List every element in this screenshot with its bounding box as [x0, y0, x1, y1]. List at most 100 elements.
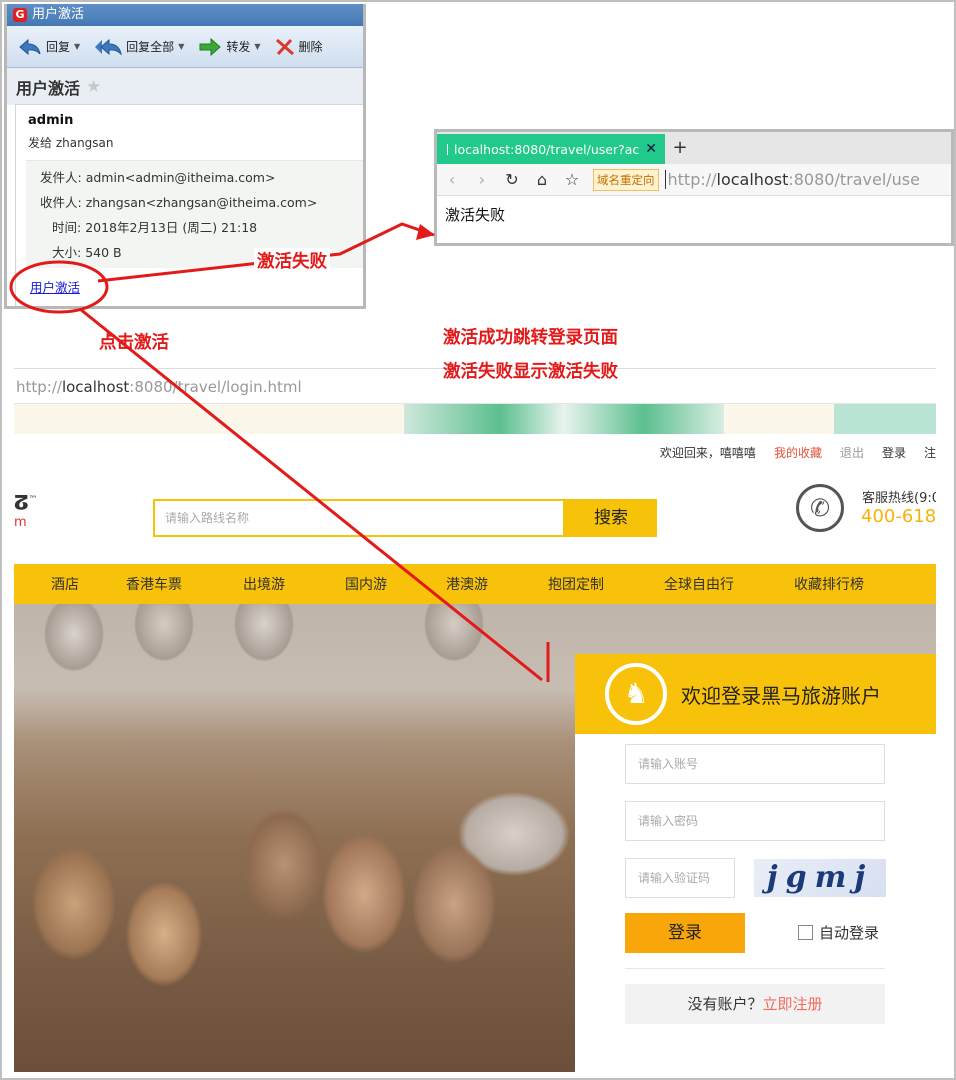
login-button[interactable]: 登录: [625, 913, 745, 953]
recipient-label: 收件人:: [40, 195, 82, 210]
site-url-prefix: http://: [16, 378, 62, 396]
browser-tab[interactable]: localhost:8080/travel/user?ac ✕: [437, 134, 665, 164]
reply-button[interactable]: 回复 ▼: [15, 36, 83, 58]
activate-link[interactable]: 用户激活: [30, 277, 80, 296]
sender-row: 发件人: admin<admin@itheima.com>: [40, 165, 363, 190]
browser-tabstrip: localhost:8080/travel/user?ac ✕ +: [437, 132, 951, 164]
email-toolbar: 回复 ▼ 回复全部 ▼ 转发 ▼ 删除: [7, 26, 363, 68]
delete-icon: [275, 38, 294, 55]
user-bar: 欢迎回来，嘻嘻嘻 我的收藏 退出 登录 注: [660, 444, 936, 461]
login-title: 欢迎登录黑马旅游账户: [681, 683, 881, 708]
login-header: ♞ 欢迎登录黑马旅游账户: [575, 654, 936, 734]
browser-navbar: ‹ › ↻ ⌂ ☆ 域名重定向 http://localhost:8080/tr…: [437, 164, 951, 196]
no-account-text: 没有账户？: [687, 995, 763, 1013]
forward-icon[interactable]: ›: [467, 170, 497, 189]
forward-button[interactable]: 转发 ▼: [195, 36, 263, 58]
close-icon[interactable]: ✕: [645, 141, 657, 157]
register-bar: 没有账户？立即注册: [625, 984, 885, 1024]
address-bar[interactable]: http://localhost:8080/travel/user?a: [664, 170, 920, 189]
auto-login-label: 自动登录: [819, 924, 880, 942]
bookmark-star-icon[interactable]: ☆: [557, 170, 587, 189]
home-icon[interactable]: ⌂: [527, 170, 557, 189]
sender-value: admin<admin@itheima.com>: [85, 170, 276, 185]
horse-logo-icon: ♞: [605, 663, 667, 725]
site-logo[interactable]: ⵒ™ m: [14, 492, 38, 531]
register-link-top[interactable]: 注: [924, 444, 936, 461]
logout-link[interactable]: 退出: [840, 444, 864, 461]
url-rest: :8080/travel/user?a: [788, 170, 920, 189]
sender-label: 发件人:: [40, 170, 82, 185]
annotation-click: 点击激活: [99, 333, 169, 353]
chevron-down-icon[interactable]: ▼: [74, 42, 80, 51]
page-content: 激活失败: [445, 206, 506, 224]
favorites-link[interactable]: 我的收藏: [774, 444, 822, 461]
reply-all-button[interactable]: 回复全部 ▼: [91, 36, 187, 58]
nav-item-domestic[interactable]: 国内游: [345, 574, 387, 594]
url-host: localhost: [716, 170, 789, 189]
phone-icon: ✆: [796, 484, 844, 532]
login-divider: [625, 968, 885, 969]
reply-all-icon: [95, 38, 122, 56]
star-icon[interactable]: ★: [86, 77, 101, 97]
captcha-image[interactable]: jgmj: [754, 859, 886, 897]
site-url-host: localhost: [61, 378, 130, 396]
email-from-name: admin: [28, 113, 74, 128]
page-icon: [447, 143, 449, 155]
search-input[interactable]: 请输入路线名称: [153, 499, 565, 537]
browser-window: localhost:8080/travel/user?ac ✕ + ‹ › ↻ …: [434, 129, 954, 246]
auto-login-checkbox[interactable]: [798, 925, 813, 940]
nav-item-outbound[interactable]: 出境游: [243, 574, 285, 594]
travel-site: http://localhost:8080/travel/login.html …: [14, 368, 936, 1072]
reply-label: 回复: [46, 40, 71, 54]
forward-label: 转发: [226, 40, 251, 54]
redirect-badge[interactable]: 域名重定向: [593, 168, 659, 191]
time-label: 时间:: [52, 220, 82, 235]
main-nav: 酒店 香港车票 出境游 国内游 港澳游 抱团定制 全球自由行 收藏排行榜: [14, 564, 936, 604]
register-link[interactable]: 立即注册: [763, 995, 823, 1013]
size-value: 540 B: [85, 245, 122, 260]
recipient-value: zhangsan<zhangsan@itheima.com>: [85, 195, 318, 210]
nav-item-hk-macau[interactable]: 港澳游: [446, 574, 488, 594]
chevron-down-icon[interactable]: ▼: [178, 42, 184, 51]
username-input[interactable]: 请输入账号: [625, 744, 885, 784]
email-subject-bar: 用户激活 ★: [7, 68, 363, 105]
reload-icon[interactable]: ↻: [497, 170, 527, 189]
email-titlebar: G 用户激活: [7, 4, 363, 26]
welcome-text: 欢迎回来，嘻嘻嘻: [659, 446, 756, 460]
annotation-fail-line: 激活失败显示激活失败: [443, 362, 618, 382]
logo-sub: m: [14, 514, 27, 530]
nav-item-favorites-rank[interactable]: 收藏排行榜: [794, 574, 864, 594]
time-value: 2018年2月13日 (周二) 21:18: [85, 220, 258, 235]
login-link[interactable]: 登录: [882, 444, 906, 461]
reply-icon: [19, 38, 41, 55]
email-window-title: 用户激活: [32, 7, 85, 22]
chevron-down-icon[interactable]: ▼: [254, 42, 260, 51]
email-to-line: 发给 zhangsan: [28, 136, 114, 150]
search-button[interactable]: 搜索: [565, 499, 657, 537]
hotline-label: 客服热线(9:0: [862, 491, 936, 506]
nav-item-free-travel[interactable]: 全球自由行: [664, 574, 734, 594]
site-url-rest: :8080/travel/login.html: [129, 378, 302, 396]
tab-title: localhost:8080/travel/user?ac: [454, 141, 640, 157]
auto-login[interactable]: 自动登录: [798, 922, 879, 943]
email-message: admin 发给 zhangsan 发件人: admin<admin@ithei…: [15, 104, 363, 306]
captcha-input[interactable]: 请输入验证码: [625, 858, 735, 898]
nav-item-hk-ticket[interactable]: 香港车票: [126, 574, 182, 594]
size-label: 大小:: [52, 245, 82, 260]
annotation-success-line: 激活成功跳转登录页面: [443, 328, 618, 348]
back-icon[interactable]: ‹: [437, 170, 467, 189]
email-subject: 用户激活: [16, 78, 81, 98]
url-prefix: http://: [667, 170, 717, 189]
delete-button[interactable]: 删除: [272, 36, 326, 58]
forward-icon: [199, 37, 222, 56]
reply-all-label: 回复全部: [126, 40, 175, 54]
app-logo-icon: G: [13, 8, 27, 22]
nav-item-hotel[interactable]: 酒店: [51, 574, 79, 594]
time-row: 时间: 2018年2月13日 (周二) 21:18: [40, 215, 363, 240]
logo-tm: ™: [28, 495, 38, 505]
top-banner: [14, 404, 936, 434]
password-input[interactable]: 请输入密码: [625, 801, 885, 841]
nav-item-custom[interactable]: 抱团定制: [548, 574, 604, 594]
recipient-row: 收件人: zhangsan<zhangsan@itheima.com>: [40, 190, 363, 215]
new-tab-button[interactable]: +: [665, 134, 695, 164]
